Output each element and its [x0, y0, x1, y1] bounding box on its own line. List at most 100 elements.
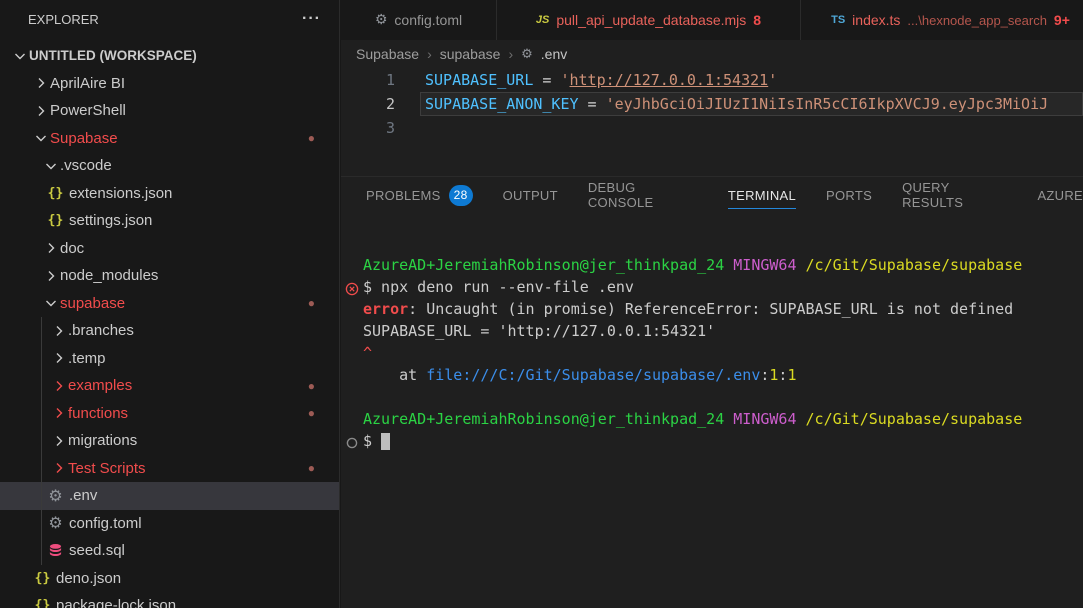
tree-item-supabase[interactable]: supabase ●	[0, 290, 339, 318]
chevron-right-icon	[49, 460, 68, 477]
tree-item-node-modules[interactable]: node_modules	[0, 262, 339, 290]
json-file-icon: {}	[34, 570, 51, 586]
tab-dirty-count: 9+	[1053, 12, 1070, 28]
editor-tab-config-toml[interactable]: ⚙ config.toml	[341, 0, 497, 40]
panel-tab-azure[interactable]: AZURE	[1037, 177, 1083, 213]
tree-item-branches[interactable]: .branches	[0, 317, 339, 345]
tree-item-label: Test Scripts	[68, 459, 146, 477]
panel-tab-label: PROBLEMS	[366, 187, 441, 203]
panel-tab-label: QUERY RESULTS	[902, 180, 964, 210]
panel-tab-debug-console[interactable]: DEBUG CONSOLE	[588, 177, 698, 213]
tree-item-migrations[interactable]: migrations	[0, 427, 339, 455]
tree-item-vscode[interactable]: .vscode	[0, 152, 339, 180]
tree-item-label: extensions.json	[69, 184, 173, 202]
code-line-3[interactable]: 3	[341, 116, 1083, 140]
chevron-down-icon	[41, 157, 60, 174]
terminal-cursor	[381, 433, 391, 450]
chevron-separator-icon: ›	[508, 46, 514, 62]
chevron-separator-icon: ›	[427, 46, 432, 62]
tree-item-package-lock-json[interactable]: {} package-lock.json	[0, 592, 339, 608]
tree-item-doc[interactable]: doc	[0, 235, 339, 263]
terminal-line: ^	[341, 342, 1083, 364]
tree-item-extensions-json[interactable]: {} extensions.json	[0, 180, 339, 208]
file-link[interactable]: file:///C:/Git/Supabase/supabase/.env	[426, 366, 760, 384]
code-line-1[interactable]: 1 SUPABASE_URL = 'http://127.0.0.1:54321'	[341, 68, 1083, 92]
tree-item-examples[interactable]: examples ●	[0, 372, 339, 400]
breadcrumb: Supabase › supabase › ⚙ .env	[341, 40, 1083, 68]
more-actions-icon[interactable]: ···	[302, 11, 321, 27]
command-failed-icon[interactable]	[345, 280, 359, 296]
tree-item-label: Supabase	[50, 129, 118, 147]
code-token: '	[768, 71, 778, 89]
command-pending-icon[interactable]	[345, 434, 359, 449]
explorer-sidebar: EXPLORER ··· UNTITLED (WORKSPACE) AprilAi…	[0, 0, 340, 608]
explorer-title: EXPLORER	[28, 11, 99, 27]
tree-item-powershell[interactable]: PowerShell	[0, 97, 339, 125]
code-line-2[interactable]: 2 SUPABASE_ANON_KEY = 'eyJhbGciOiJIUzI1Ni…	[341, 92, 1083, 116]
editor-tab-pull-api-update-database-mjs[interactable]: JS pull_api_update_database.mjs 8	[497, 0, 801, 40]
panel-tab-query-results[interactable]: QUERY RESULTS	[902, 177, 1007, 213]
tree-item-label: supabase	[60, 294, 126, 312]
breadcrumb-file[interactable]: .env	[541, 46, 567, 62]
modified-dot-icon: ●	[307, 461, 315, 476]
panel-tab-ports[interactable]: PORTS	[826, 177, 872, 213]
terminal-text: : Uncaught (in promise) ReferenceError: …	[408, 300, 1014, 318]
terminal-text: $ npx deno run --env-file .env	[363, 278, 634, 296]
settings-gear-icon: ⚙	[48, 485, 63, 505]
panel-tab-output[interactable]: OUTPUT	[503, 177, 558, 213]
modified-dot-icon: ●	[307, 296, 315, 311]
breadcrumb-segment[interactable]: Supabase	[356, 46, 419, 62]
terminal[interactable]: AzureAD+JeremiahRobinson@jer_thinkpad_24…	[341, 254, 1083, 608]
tree-item-temp[interactable]: .temp	[0, 345, 339, 373]
line-number: 3	[385, 119, 395, 137]
indent-guide	[41, 317, 42, 565]
tree-item-deno-json[interactable]: {} deno.json	[0, 565, 339, 593]
editor-tab-index-ts[interactable]: TS index.ts ...\hexnode_app_search 9+	[801, 0, 1083, 40]
code-token: =	[578, 95, 606, 113]
tree-item-untitled-workspace[interactable]: UNTITLED (WORKSPACE)	[0, 42, 339, 70]
tree-item-functions[interactable]: functions ●	[0, 400, 339, 428]
breadcrumb-segment[interactable]: supabase	[440, 46, 501, 62]
terminal-text: ^	[363, 344, 373, 362]
panel-tab-terminal[interactable]: TERMINAL	[727, 177, 797, 213]
terminal-line: error: Uncaught (in promise) ReferenceEr…	[341, 298, 1083, 320]
tree-item-supabase[interactable]: Supabase ●	[0, 125, 339, 153]
settings-gear-icon: ⚙	[48, 513, 63, 533]
tree-item-label: PowerShell	[50, 102, 126, 120]
terminal-line: at file:///C:/Git/Supabase/supabase/.env…	[341, 364, 1083, 386]
json-file-icon: {}	[47, 213, 64, 229]
terminal-line: $ npx deno run --env-file .env	[341, 276, 1083, 298]
chevron-right-icon	[31, 102, 50, 119]
terminal-text: /c/Git/Supabase/supabase	[805, 256, 1023, 274]
tree-item-env[interactable]: ⚙ .env	[0, 482, 339, 510]
tree-item-label: package-lock.json	[56, 597, 177, 608]
database-icon	[46, 543, 65, 559]
tree-item-label: .env	[69, 487, 98, 505]
terminal-text: $	[363, 432, 382, 450]
editor-code[interactable]: 1 SUPABASE_URL = 'http://127.0.0.1:54321'…	[341, 68, 1083, 176]
tree-item-aprilaire-bi[interactable]: AprilAire BI	[0, 70, 339, 98]
panel-tab-label: OUTPUT	[502, 187, 558, 203]
tree-item-label: settings.json	[69, 212, 153, 230]
panel-tab-problems[interactable]: PROBLEMS 28	[366, 177, 473, 213]
url-link[interactable]: http://127.0.0.1:54321	[570, 71, 769, 89]
terminal-line: SUPABASE_URL = 'http://127.0.0.1:54321'	[341, 320, 1083, 342]
code-token: 'eyJhbGciOiJIUzI1NiIsInR5cCI6IkpXVCJ9.ey…	[605, 95, 1049, 113]
panel-tab-label: DEBUG CONSOLE	[587, 180, 654, 210]
tree-item-settings-json[interactable]: {} settings.json	[0, 207, 339, 235]
code-token: '	[560, 71, 570, 89]
editor-tab-bar: ⚙ config.toml JS pull_api_update_database.m…	[341, 0, 1083, 40]
chevron-down-icon	[41, 295, 60, 312]
terminal-text: MINGW64	[733, 410, 797, 428]
tree-item-label: doc	[60, 239, 85, 257]
code-token: =	[533, 71, 561, 89]
line-number: 2	[385, 95, 395, 113]
editor-area: ⚙ config.toml JS pull_api_update_database.m…	[341, 0, 1083, 608]
tree-item-test-scripts[interactable]: Test Scripts ●	[0, 455, 339, 483]
terminal-text: 1	[787, 366, 797, 384]
json-file-icon: {}	[34, 598, 51, 608]
terminal-text: SUPABASE_URL = 'http://127.0.0.1:54321'	[363, 322, 716, 340]
tree-item-config-toml[interactable]: ⚙ config.toml	[0, 510, 339, 538]
tree-item-seed-sql[interactable]: seed.sql	[0, 537, 339, 565]
